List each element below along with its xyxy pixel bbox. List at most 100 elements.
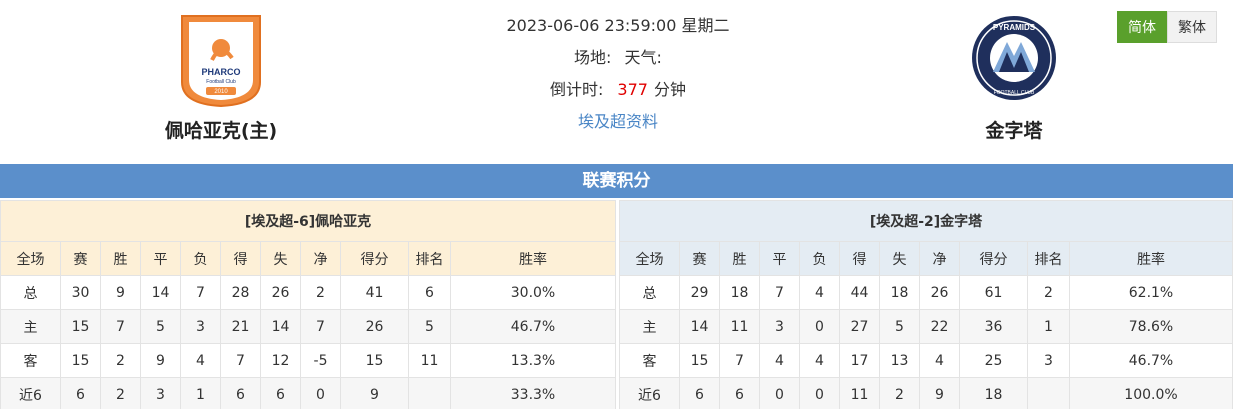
table-cell: 2 (300, 275, 341, 310)
weather-label: 天气: (624, 48, 662, 67)
traditional-button[interactable]: 繁体 (1167, 11, 1217, 43)
table-cell: 4 (759, 343, 800, 378)
table-cell: 25 (959, 343, 1028, 378)
table-cell: 7 (180, 275, 221, 310)
home-col-header: 胜率 (450, 241, 616, 276)
table-row: 主 15 7 5 3 21 14 7 26 5 46.7% (0, 309, 616, 344)
table-cell: 15 (60, 343, 101, 378)
table-cell: 0 (300, 377, 341, 409)
table-cell: 46.7% (1069, 343, 1233, 378)
table-cell: 7 (719, 343, 760, 378)
pharco-logo-icon: PHARCO Football Club 2010 (181, 15, 261, 108)
table-cell: 7 (300, 309, 341, 344)
table-cell: 26 (260, 275, 301, 310)
away-col-header: 赛 (679, 241, 720, 276)
table-cell: 7 (759, 275, 800, 310)
away-col-header: 平 (759, 241, 800, 276)
away-col-header: 排名 (1027, 241, 1070, 276)
table-cell: 26 (919, 275, 960, 310)
table-cell: 6 (260, 377, 301, 409)
svg-text:PYRAMIDS: PYRAMIDS (993, 23, 1036, 32)
league-data-link[interactable]: 埃及超资料 (578, 112, 658, 131)
table-cell: 7 (100, 309, 141, 344)
table-cell: 4 (180, 343, 221, 378)
away-col-header: 胜率 (1069, 241, 1233, 276)
home-col-header: 平 (140, 241, 181, 276)
table-cell: 3 (140, 377, 181, 409)
table-cell: 30 (60, 275, 101, 310)
table-cell: 15 (60, 309, 101, 344)
venue-weather: 场地: 天气: (468, 46, 768, 78)
home-col-header: 赛 (60, 241, 101, 276)
table-cell: 9 (340, 377, 409, 409)
table-cell: 7 (220, 343, 261, 378)
away-team-name: 金字塔 (985, 120, 1043, 142)
table-cell: 14 (140, 275, 181, 310)
svg-text:2010: 2010 (214, 89, 228, 95)
table-cell: 11 (839, 377, 880, 409)
table-cell: 21 (220, 309, 261, 344)
table-cell: 18 (879, 275, 920, 310)
match-datetime: 2023-06-06 23:59:00 星期二 (506, 16, 730, 35)
row-label: 客 (619, 343, 680, 378)
table-cell: 30.0% (450, 275, 616, 310)
table-cell: 18 (719, 275, 760, 310)
table-row: 近6 6 2 3 1 6 6 0 9 33.3% (0, 377, 616, 409)
row-label: 近6 (0, 377, 61, 409)
table-row: 总 30 9 14 7 28 26 2 41 6 30.0% (0, 275, 616, 310)
table-cell: 2 (100, 343, 141, 378)
table-cell: 14 (260, 309, 301, 344)
table-cell: 6 (60, 377, 101, 409)
table-cell: 36 (959, 309, 1028, 344)
table-cell: 4 (799, 343, 840, 378)
home-team[interactable]: PHARCO Football Club 2010 佩哈亚克(主) (121, 12, 321, 143)
table-cell: 11 (408, 343, 451, 378)
svg-text:PHARCO: PHARCO (201, 67, 240, 77)
table-cell: 62.1% (1069, 275, 1233, 310)
table-cell: 0 (759, 377, 800, 409)
table-cell (408, 377, 451, 409)
table-cell: 17 (839, 343, 880, 378)
table-cell (1027, 377, 1070, 409)
countdown-value: 377 (617, 80, 648, 99)
table-cell: 41 (340, 275, 409, 310)
table-cell: 13 (879, 343, 920, 378)
table-cell: 0 (799, 377, 840, 409)
table-row: 主 14 11 3 0 27 5 22 36 1 78.6% (619, 309, 1233, 344)
table-cell: 5 (408, 309, 451, 344)
countdown-unit: 分钟 (653, 80, 686, 99)
away-col-header: 全场 (619, 241, 680, 276)
table-cell: 78.6% (1069, 309, 1233, 344)
table-cell: 5 (879, 309, 920, 344)
away-col-header: 胜 (719, 241, 760, 276)
table-cell: 15 (679, 343, 720, 378)
away-team[interactable]: PYRAMIDS FOOTBALL CLUB 金字塔 (914, 12, 1114, 143)
table-cell: 18 (959, 377, 1028, 409)
table-cell: 2 (1027, 275, 1070, 310)
venue-label: 场地: (574, 48, 612, 67)
table-cell: 6 (679, 377, 720, 409)
table-row: 近6 6 6 0 0 11 2 9 18 100.0% (619, 377, 1233, 409)
table-cell: 100.0% (1069, 377, 1233, 409)
table-cell: 61 (959, 275, 1028, 310)
table-cell: 29 (679, 275, 720, 310)
table-cell: 6 (220, 377, 261, 409)
table-cell: 0 (799, 309, 840, 344)
away-col-header: 得分 (959, 241, 1028, 276)
table-cell: 6 (719, 377, 760, 409)
table-cell: 4 (919, 343, 960, 378)
countdown-label: 倒计时: (550, 80, 604, 99)
table-cell: 33.3% (450, 377, 616, 409)
home-col-header: 排名 (408, 241, 451, 276)
home-col-header: 负 (180, 241, 221, 276)
svg-text:Football Club: Football Club (206, 79, 236, 85)
row-label: 主 (619, 309, 680, 344)
home-col-header: 得分 (340, 241, 409, 276)
table-cell: 2 (879, 377, 920, 409)
simplified-button[interactable]: 简体 (1117, 11, 1167, 43)
table-cell: -5 (300, 343, 341, 378)
match-header: PHARCO Football Club 2010 佩哈亚克(主) 2023-0… (0, 0, 1233, 163)
home-team-name: 佩哈亚克(主) (164, 120, 278, 142)
away-col-header: 失 (879, 241, 920, 276)
table-cell: 26 (340, 309, 409, 344)
